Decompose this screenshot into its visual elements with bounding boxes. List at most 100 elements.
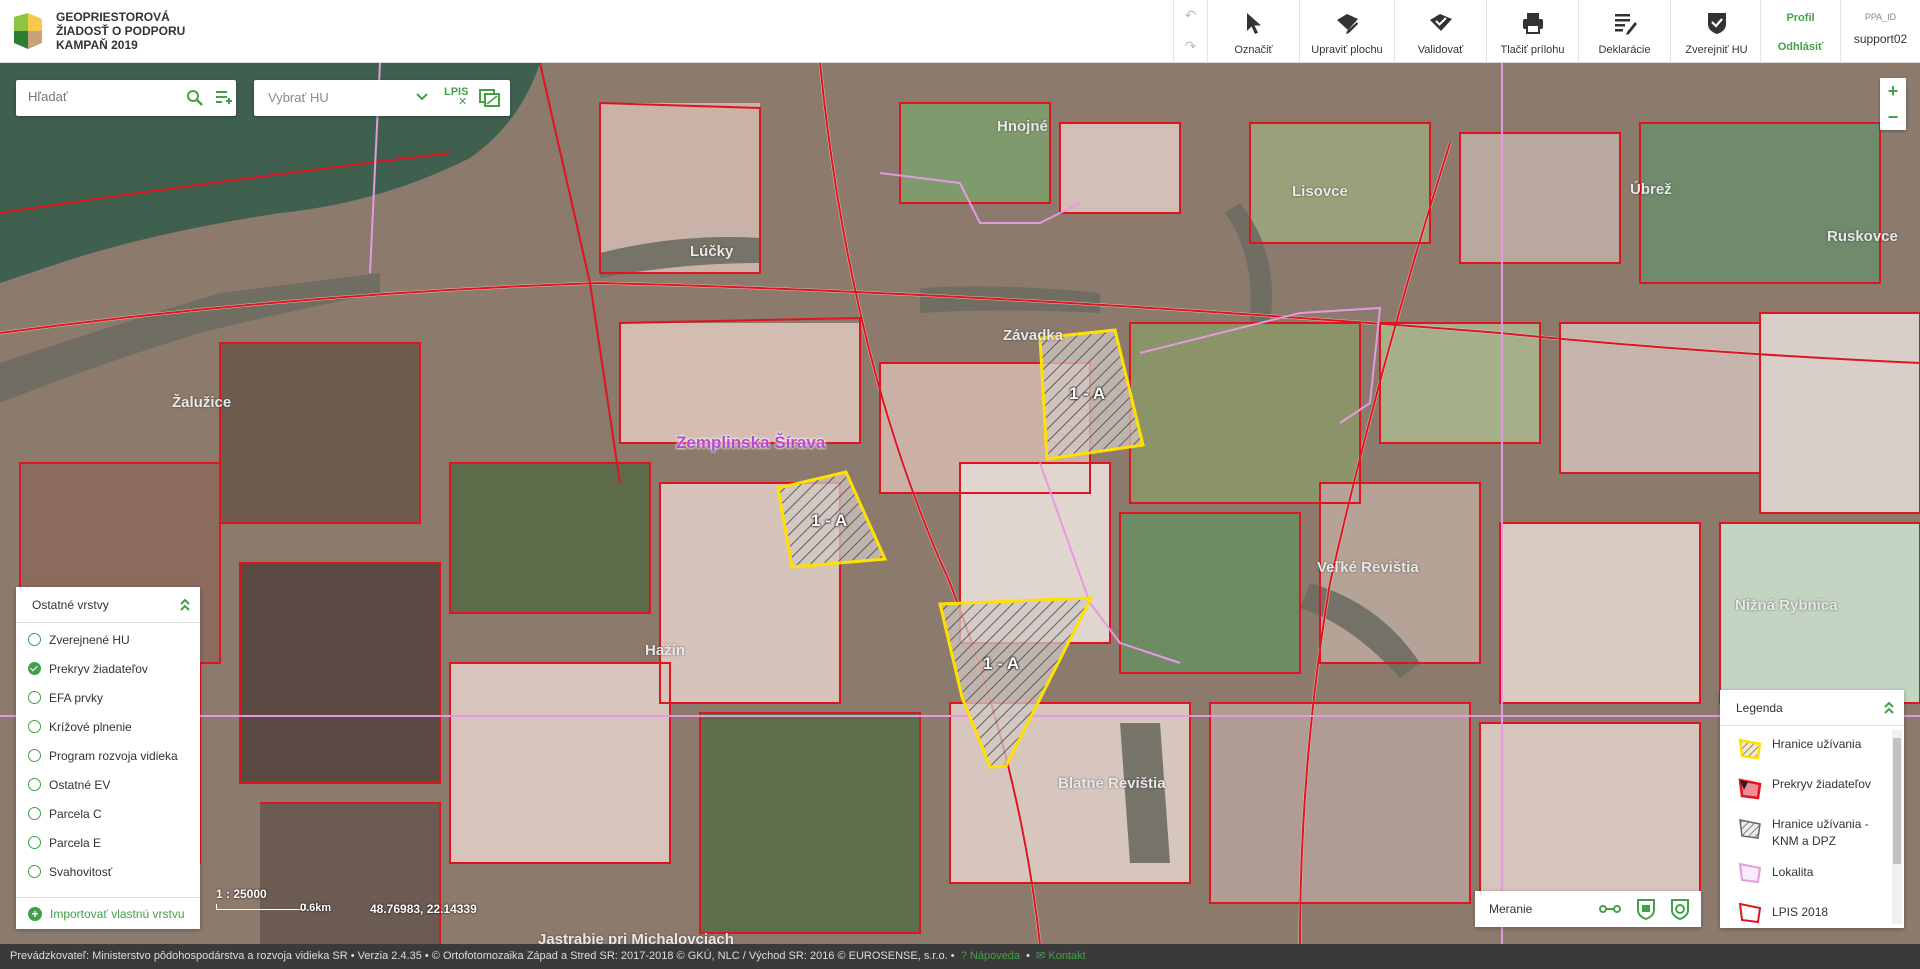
legend-scrollbar[interactable] <box>1892 730 1902 924</box>
layer-item[interactable]: Program rozvoja vidieka <box>16 741 200 770</box>
layer-item[interactable]: Ostatné EV <box>16 770 200 799</box>
lpis-swatch-icon <box>1738 902 1762 924</box>
tool-oznacit-button[interactable]: Označiť <box>1207 0 1299 62</box>
measure-distance-icon[interactable] <box>1597 898 1623 920</box>
hu-boundary-swatch-icon <box>1738 738 1762 760</box>
parcel-label-1: 1 - A <box>1069 384 1106 403</box>
map-label-jastrabie: Jastrabie pri Michalovciach <box>538 931 734 944</box>
plus-icon: + <box>28 906 42 921</box>
measure-area-icon[interactable] <box>1633 898 1659 920</box>
validate-icon <box>1429 14 1452 31</box>
layer-label: Krížové plnenie <box>49 719 132 734</box>
map-label-ruskovce: Ruskovce <box>1827 228 1898 245</box>
legend-label: Hranice užívania <box>1772 737 1862 751</box>
chevron-down-icon[interactable] <box>415 90 429 104</box>
map-label-blatne-revistia: Blatné Revištia <box>1058 775 1166 792</box>
mail-icon: ✉ <box>1036 950 1046 962</box>
redo-button[interactable]: ↷ <box>1174 31 1207 62</box>
radio-icon <box>28 691 41 704</box>
radio-icon <box>28 778 41 791</box>
hu-select[interactable]: Vybrať HU LPIS ✕ <box>254 80 510 116</box>
legend-label: LPIS 2018 <box>1772 905 1829 919</box>
map-label-lucky: Lúčky <box>690 243 734 260</box>
layer-item[interactable]: Zverejnené HU <box>16 625 200 654</box>
logout-link[interactable]: Odhlásiť <box>1761 41 1840 53</box>
publish-shield-icon <box>1707 13 1726 34</box>
collapse-chevron-icon[interactable] <box>1882 700 1896 716</box>
layers-list: Zverejnené HU Prekryv žiadateľov EFA prv… <box>16 623 200 886</box>
layer-label: Program rozvoja vidieka <box>49 748 178 763</box>
top-header: GEOPRIESTOROVÁ ŽIADOSŤ O PODPORU KAMPAŇ … <box>0 0 1920 63</box>
radio-checked-icon <box>28 662 41 675</box>
cursor-coordinates: 48.76983, 22.14339 <box>370 902 477 916</box>
zoom-out-button[interactable]: − <box>1880 104 1906 130</box>
tool-validovat-button[interactable]: Validovať <box>1394 0 1486 62</box>
app-title-line1: GEOPRIESTOROVÁ <box>56 10 170 24</box>
layer-item[interactable]: Svahovitosť <box>16 857 200 886</box>
measure-clear-icon[interactable] <box>1667 898 1693 920</box>
search-input[interactable] <box>28 89 168 104</box>
layer-label: Ostatné EV <box>49 777 111 792</box>
help-link[interactable]: ? Nápoveda <box>958 950 1020 962</box>
legend-scrollbar-thumb[interactable] <box>1893 738 1901 864</box>
radio-icon <box>28 633 41 646</box>
layer-label: Svahovitosť <box>49 864 113 879</box>
footer-text: Prevádzkovateľ: Ministerstvo pôdohospodá… <box>10 950 955 962</box>
tool-label: Validovať <box>1417 44 1464 56</box>
parcel-label-3: 1 - A <box>983 654 1020 673</box>
redo-icon: ↷ <box>1184 38 1197 54</box>
map-label-velke-revistia: Veľké Revištia <box>1317 559 1419 576</box>
lpis-toggle-button[interactable]: LPIS ✕ <box>444 86 468 108</box>
tool-upravit-plochu-button[interactable]: Upraviť plochu <box>1299 0 1394 62</box>
radio-icon <box>28 865 41 878</box>
legend-item: LPIS 2018 <box>1720 894 1904 928</box>
tool-label: Upraviť plochu <box>1311 44 1383 56</box>
scale-bar-label: 0.6km <box>300 902 332 914</box>
search-icon[interactable] <box>186 89 204 107</box>
search-list-icon[interactable] <box>214 88 234 108</box>
edit-area-icon <box>1337 14 1358 34</box>
tool-zverejnit-hu-button[interactable]: Zverejniť HU <box>1670 0 1762 62</box>
app-title-line3: KAMPAŇ 2019 <box>56 38 138 52</box>
tool-label: Deklarácie <box>1598 44 1651 56</box>
undo-button[interactable]: ↶ <box>1174 0 1207 31</box>
layer-item[interactable]: Parcela C <box>16 799 200 828</box>
tool-deklaracie-button[interactable]: Deklarácie <box>1578 0 1670 62</box>
contact-link[interactable]: ✉ Kontakt <box>1036 950 1086 962</box>
tool-tlacit-prilohu-button[interactable]: Tlačiť prílohu <box>1486 0 1578 62</box>
toolbar: Označiť Upraviť plochu Validovať Tlačiť … <box>1207 0 1762 62</box>
layer-label: Zverejnené HU <box>49 632 130 647</box>
map-label-nizna-rybnica: Nižná Rybnica <box>1735 597 1838 614</box>
layer-toggle-icon[interactable] <box>479 88 501 108</box>
layers-panel-header[interactable]: Ostatné vrstvy <box>16 587 200 623</box>
declarations-icon <box>1614 14 1637 35</box>
map-label-hazin: Hažín <box>645 642 686 659</box>
legend-header[interactable]: Legenda <box>1720 690 1904 726</box>
profile-group: Profil Odhlásiť <box>1760 0 1840 62</box>
profile-link[interactable]: Profil <box>1761 12 1840 24</box>
layer-label: Parcela C <box>49 806 102 821</box>
printer-icon <box>1522 13 1543 34</box>
tool-label: Zverejniť HU <box>1685 44 1748 56</box>
map-canvas[interactable]: Hnojné Lúčky Lisovce Úbrež Ruskovce Záva… <box>0 63 1920 944</box>
measure-panel: Meranie <box>1475 891 1701 927</box>
legend-item: Lokalita <box>1720 854 1904 894</box>
legend-item: Prekryv žiadateľov <box>1720 770 1904 810</box>
import-layer-button[interactable]: + Importovať vlastnú vrstvu <box>16 897 200 929</box>
hu-select-placeholder: Vybrať HU <box>268 90 329 105</box>
layer-item[interactable]: EFA prvky <box>16 683 200 712</box>
parcel-label-2: 1 - A <box>811 511 848 530</box>
layer-item[interactable]: Parcela E <box>16 828 200 857</box>
collapse-chevron-icon[interactable] <box>178 597 192 613</box>
tool-label: Označiť <box>1234 44 1273 56</box>
layer-item[interactable]: Prekryv žiadateľov <box>16 654 200 683</box>
help-icon: ? <box>960 950 967 962</box>
scale-bar <box>216 904 306 910</box>
layer-item[interactable]: Krížové plnenie <box>16 712 200 741</box>
zoom-in-button[interactable]: + <box>1880 78 1906 104</box>
footer-separator: • <box>1023 950 1034 962</box>
map-label-lisovce: Lisovce <box>1292 183 1348 200</box>
legend-item: Hranice užívania - KNM a DPZ <box>1720 810 1904 854</box>
zoom-control: + − <box>1880 78 1906 130</box>
map-label-zemplinska-sirava: Zemplinska Šírava <box>676 433 826 452</box>
